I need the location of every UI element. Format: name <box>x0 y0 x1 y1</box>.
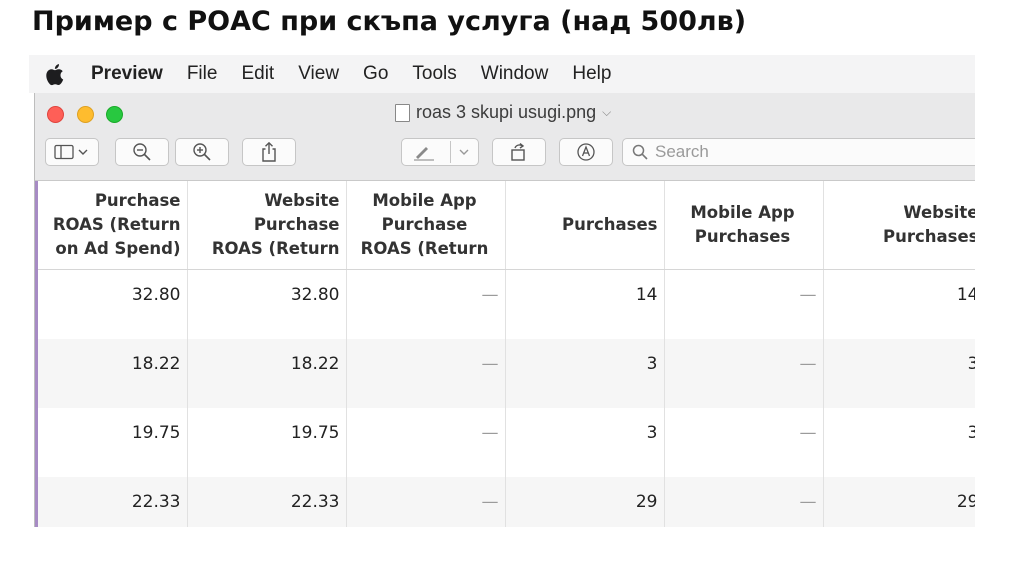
table-cell: — <box>664 407 824 477</box>
header-line: ROAS (Return <box>52 215 181 234</box>
table-cell: 3 <box>505 338 665 408</box>
table-cell: 22.33 <box>35 476 188 527</box>
search-field[interactable] <box>622 138 975 166</box>
table-cell: 32.80 <box>35 269 188 339</box>
table-cell: 32.80 <box>187 269 347 339</box>
table-cell: — <box>346 407 506 477</box>
file-icon <box>395 103 410 122</box>
markup-button[interactable] <box>401 138 479 166</box>
table-cell: 18.22 <box>187 338 347 408</box>
column-header[interactable]: Purchase ROAS (Return on Ad Spend) <box>35 181 188 270</box>
chevron-down-icon <box>459 148 469 156</box>
table-cell: 22.33 <box>187 476 347 527</box>
table-cell: 29 <box>505 476 665 527</box>
header-line: ROAS (Return <box>211 239 340 258</box>
menu-help[interactable]: Help <box>560 63 623 85</box>
preview-screenshot: Preview File Edit View Go Tools Window H… <box>29 55 975 527</box>
table-cell: — <box>346 338 506 408</box>
column-header[interactable]: Purchases <box>505 181 665 270</box>
table-cell: 3 <box>823 407 975 477</box>
header-line: Purchases <box>883 227 975 246</box>
table-cell: — <box>346 476 506 527</box>
column-header[interactable]: Website Purchases <box>823 181 975 270</box>
menu-window[interactable]: Window <box>469 63 561 85</box>
column-header[interactable]: Mobile App Purchase ROAS (Return <box>346 181 506 270</box>
image-content: Purchase ROAS (Return on Ad Spend) Websi… <box>35 181 975 527</box>
table-cell: 18.22 <box>35 338 188 408</box>
zoom-out-button[interactable] <box>115 138 169 166</box>
table-cell: 3 <box>505 407 665 477</box>
window-title[interactable]: roas 3 skupi usugi.png ⌵ <box>395 102 611 123</box>
share-icon <box>260 141 278 163</box>
menu-go[interactable]: Go <box>351 63 400 85</box>
sidebar-toggle-button[interactable] <box>45 138 99 166</box>
header-line: Purchase <box>94 191 181 210</box>
sidebar-icon <box>54 144 90 160</box>
search-icon <box>632 144 648 160</box>
header-line: Mobile App <box>372 191 477 210</box>
menu-file[interactable]: File <box>175 63 230 85</box>
column-header[interactable]: Website Purchase ROAS (Return <box>187 181 347 270</box>
left-edge-accent <box>35 181 38 527</box>
zoom-in-icon <box>192 142 212 162</box>
zoom-button[interactable] <box>106 106 123 123</box>
table-header-row: Purchase ROAS (Return on Ad Spend) Websi… <box>35 181 975 270</box>
apple-icon[interactable] <box>29 63 79 86</box>
table-cell: — <box>664 476 824 527</box>
rotate-icon <box>509 142 529 162</box>
header-line: on Ad Spend) <box>55 239 181 258</box>
annotate-button[interactable] <box>559 138 613 166</box>
table-cell: — <box>346 269 506 339</box>
table-cell: 19.75 <box>35 407 188 477</box>
header-line: Purchases <box>562 215 658 234</box>
table-row: 32.80 32.80 — 14 — 14 <box>35 269 975 339</box>
zoom-in-button[interactable] <box>175 138 229 166</box>
header-line: Purchase <box>381 215 468 234</box>
chevron-down-icon: ⌵ <box>602 105 612 119</box>
header-line: ROAS (Return <box>360 239 489 258</box>
table-cell: — <box>664 338 824 408</box>
menu-view[interactable]: View <box>286 63 351 85</box>
search-input[interactable] <box>655 142 955 162</box>
page-heading: Пример с РОАС при скъпа услуга (над 500л… <box>32 6 747 37</box>
menu-bar: Preview File Edit View Go Tools Window H… <box>29 55 975 93</box>
header-line: Website <box>903 203 975 222</box>
ads-table: Purchase ROAS (Return on Ad Spend) Websi… <box>35 181 975 527</box>
table-row: 22.33 22.33 — 29 — 29 <box>35 476 975 527</box>
header-line: Website <box>264 191 340 210</box>
zoom-out-icon <box>132 142 152 162</box>
share-button[interactable] <box>242 138 296 166</box>
table-cell: — <box>664 269 824 339</box>
table-cell: 29 <box>823 476 975 527</box>
close-button[interactable] <box>47 106 64 123</box>
minimize-button[interactable] <box>77 106 94 123</box>
table-cell: 19.75 <box>187 407 347 477</box>
table-row: 18.22 18.22 — 3 — 3 <box>35 338 975 408</box>
header-line: Purchase <box>253 215 340 234</box>
rotate-button[interactable] <box>492 138 546 166</box>
menu-edit[interactable]: Edit <box>229 63 286 85</box>
header-line: Mobile App <box>690 203 795 222</box>
table-cell: 3 <box>823 338 975 408</box>
window-title-text: roas 3 skupi usugi.png <box>416 102 597 122</box>
table-cell: 14 <box>823 269 975 339</box>
table-row: 19.75 19.75 — 3 — 3 <box>35 407 975 477</box>
menu-app-name[interactable]: Preview <box>79 63 175 85</box>
menu-tools[interactable]: Tools <box>400 63 468 85</box>
pen-icon <box>412 143 442 161</box>
header-line: Purchases <box>694 227 791 246</box>
table-cell: 14 <box>505 269 665 339</box>
title-bar: roas 3 skupi usugi.png ⌵ <box>35 93 975 181</box>
preview-window: roas 3 skupi usugi.png ⌵ Search Purchase… <box>34 93 975 527</box>
column-header[interactable]: Mobile App Purchases <box>664 181 824 270</box>
markup-circle-icon <box>576 142 596 162</box>
